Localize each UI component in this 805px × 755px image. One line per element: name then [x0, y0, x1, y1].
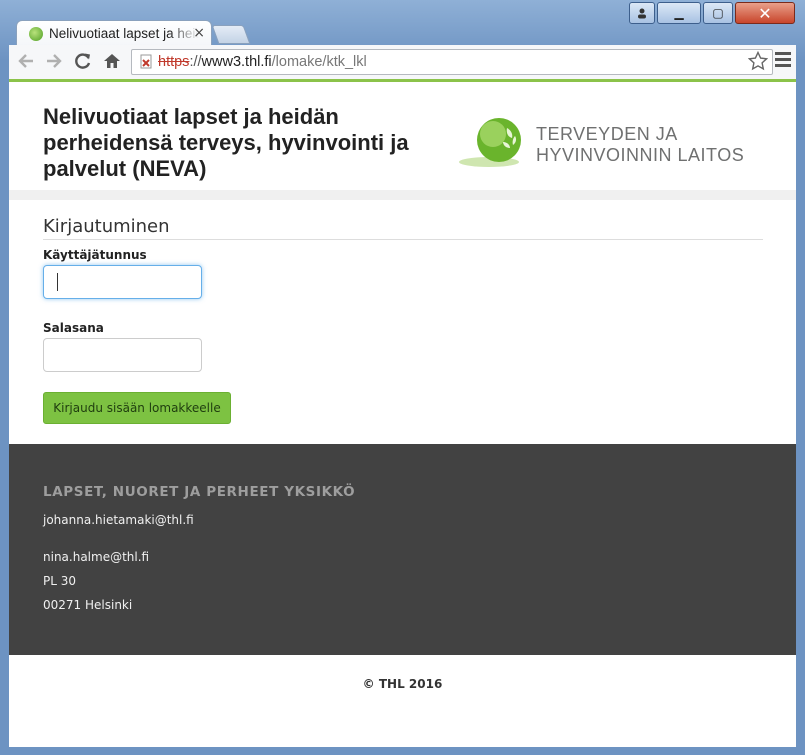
username-label: Käyttäjätunnus [43, 248, 147, 262]
login-submit-button[interactable]: Kirjaudu sisään lomakkeelle [43, 392, 231, 424]
url-scheme: https [158, 54, 190, 70]
hamburger-menu-icon[interactable] [775, 52, 791, 70]
footer-postal-address: 00271 Helsinki [43, 598, 133, 612]
minimize-icon: ▁ [674, 6, 684, 20]
url-separator: :// [189, 54, 202, 70]
maximize-button[interactable]: ▢ [703, 2, 733, 24]
login-form: Kirjautuminen Käyttäjätunnus Salasana Ki… [43, 200, 763, 424]
browser-tab[interactable]: Nelivuotiaat lapset ja heidän × [16, 20, 212, 46]
bookmark-star-icon[interactable] [747, 50, 769, 76]
thl-logo-emblem-icon [459, 118, 521, 167]
footer-email-johanna[interactable]: johanna.hietamaki@thl.fi [43, 513, 194, 527]
minimize-button[interactable]: ▁ [657, 2, 701, 24]
home-icon[interactable] [101, 51, 123, 73]
thl-favicon-icon [29, 26, 43, 41]
password-label: Salasana [43, 321, 104, 335]
browser-window: ▁ ▢ ✕ Nelivuotiaat lapset ja heidän × ht… [0, 0, 805, 755]
close-window-button[interactable]: ✕ [735, 2, 795, 24]
tab-close-icon[interactable]: × [193, 25, 205, 41]
logo-line-1: TERVEYDEN JA [536, 124, 678, 144]
browser-toolbar: https://www3.thl.fi/lomake/ktk_lkl [9, 45, 796, 82]
user-profile-icon[interactable] [629, 2, 655, 24]
logo-text: TERVEYDEN JA HYVINVOINNIN LAITOS [536, 124, 744, 166]
password-input[interactable] [43, 338, 202, 372]
login-heading: Kirjautuminen [43, 216, 763, 240]
url-host: www3.thl.fi [201, 54, 272, 70]
footer-unit-title: LAPSET, NUORET JA PERHEET YKSIKKÖ [43, 484, 356, 500]
web-page: Nelivuotiaat lapset ja heidän perheidens… [9, 82, 796, 747]
url-path: /lomake/ktk_lkl [271, 54, 367, 70]
tab-title: Nelivuotiaat lapset ja heidän [49, 26, 199, 41]
new-tab-button[interactable] [211, 25, 251, 44]
username-input[interactable] [43, 265, 202, 299]
text-caret [57, 273, 58, 291]
url-text[interactable]: https://www3.thl.fi/lomake/ktk_lkl [158, 54, 367, 70]
site-footer: LAPSET, NUORET JA PERHEET YKSIKKÖ johann… [9, 444, 796, 655]
address-bar[interactable]: https://www3.thl.fi/lomake/ktk_lkl [131, 49, 773, 75]
footer-po-box: PL 30 [43, 574, 77, 588]
maximize-icon: ▢ [712, 6, 724, 20]
thl-logo[interactable]: TERVEYDEN JA HYVINVOINNIN LAITOS [459, 116, 759, 172]
forward-arrow-icon[interactable] [43, 51, 65, 73]
close-icon: ✕ [758, 3, 772, 23]
site-header: Nelivuotiaat lapset ja heidän perheidens… [9, 82, 796, 190]
header-divider-band [9, 190, 796, 200]
logo-line-2: HYVINVOINNIN LAITOS [536, 145, 745, 165]
site-title: Nelivuotiaat lapset ja heidän perheidens… [43, 104, 409, 181]
copyright-text: © THL 2016 [362, 677, 443, 691]
insecure-lock-icon[interactable] [139, 54, 155, 70]
footer-email-nina[interactable]: nina.halme@thl.fi [43, 550, 149, 564]
back-arrow-icon[interactable] [15, 51, 37, 73]
window-controls: ▁ ▢ ✕ [627, 2, 795, 24]
reload-icon[interactable] [72, 51, 94, 73]
